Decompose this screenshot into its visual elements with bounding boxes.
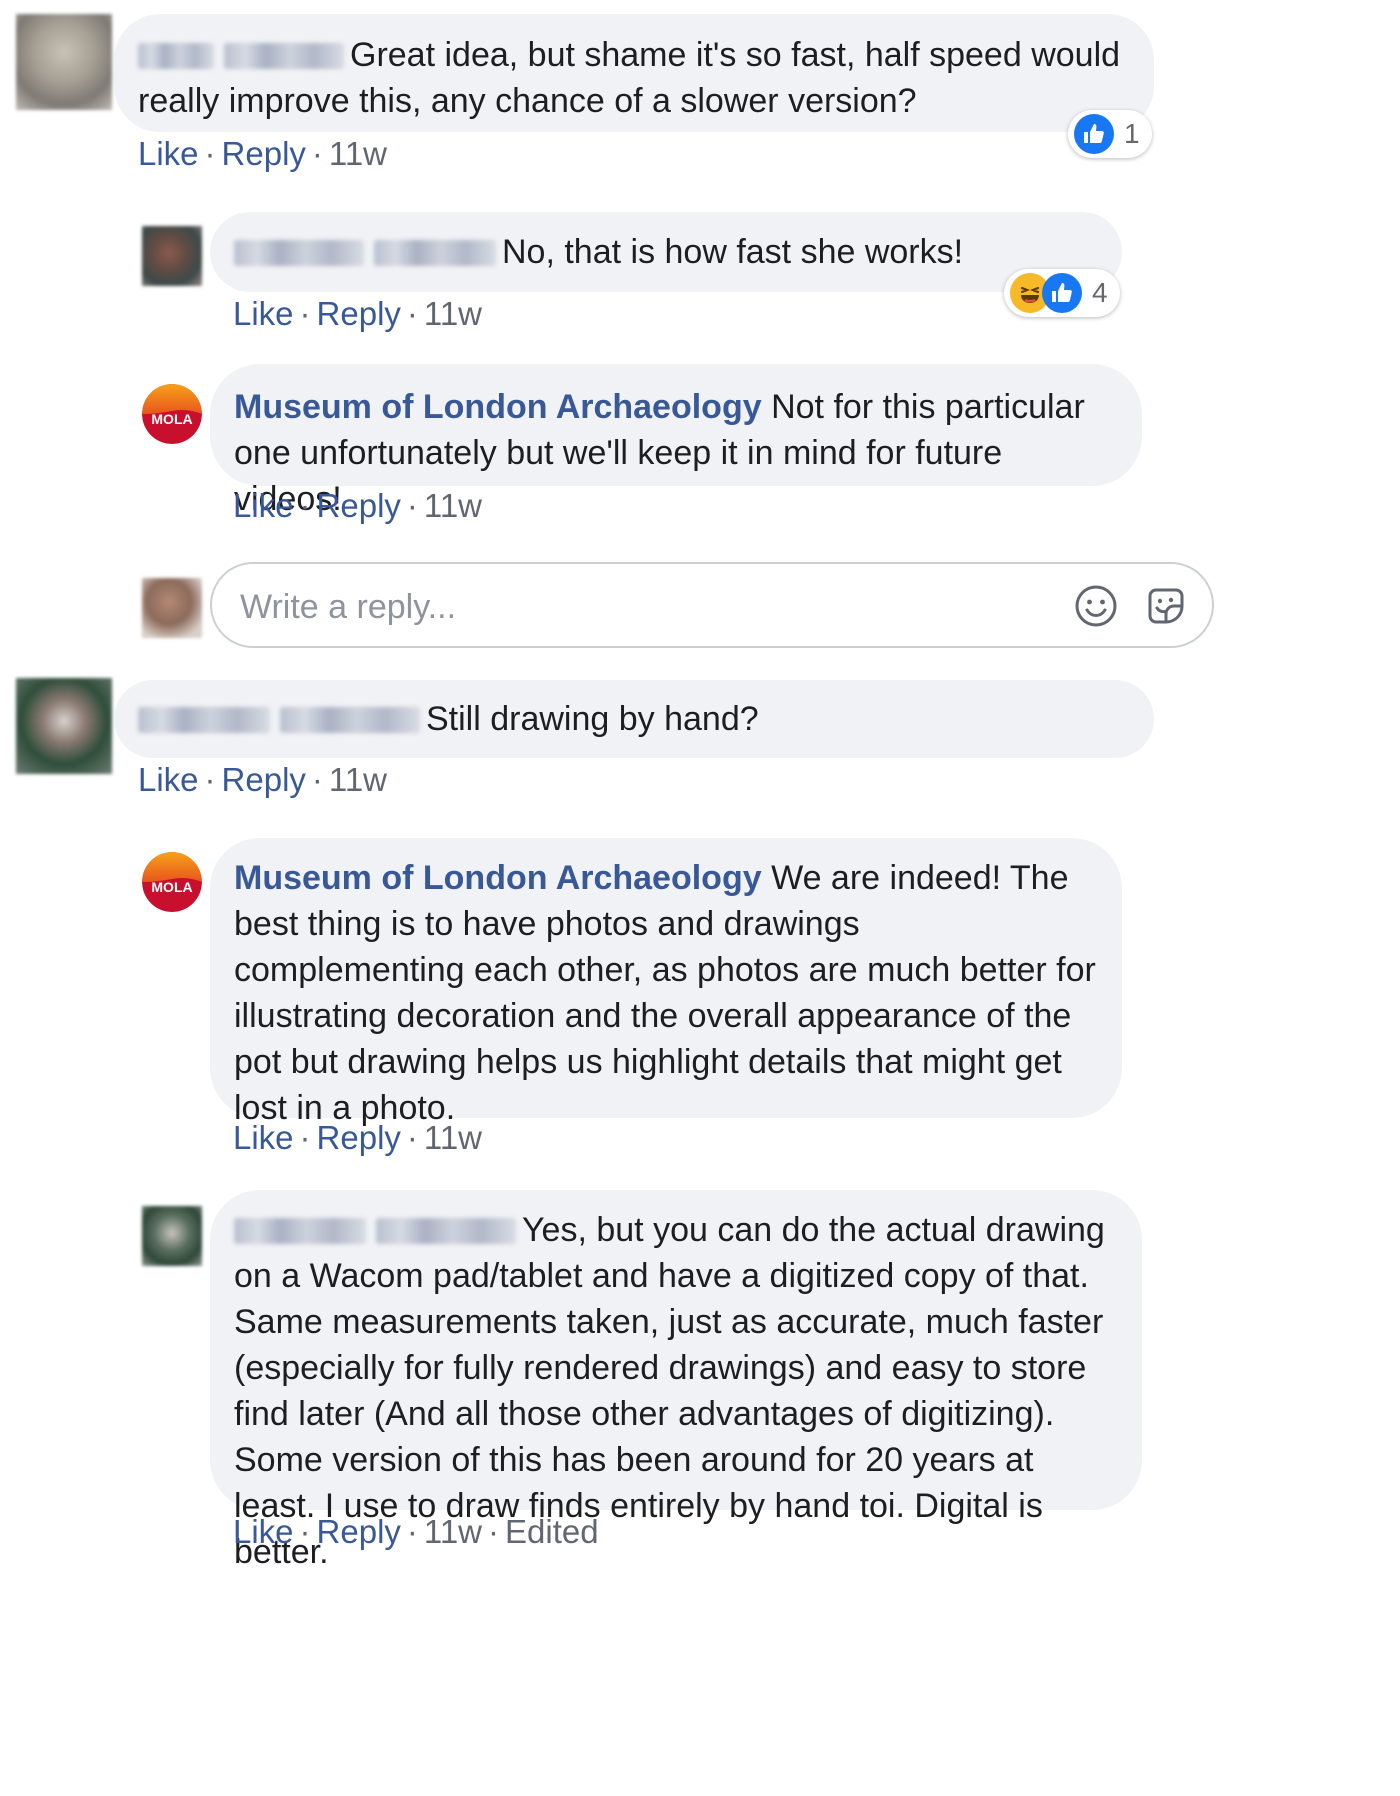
like-link[interactable]: Like bbox=[233, 1513, 294, 1550]
edited-label[interactable]: Edited bbox=[505, 1513, 599, 1550]
commenter-name-blurred[interactable] bbox=[234, 1218, 366, 1244]
separator: · bbox=[488, 1513, 500, 1550]
commenter-name-blurred[interactable] bbox=[376, 1218, 516, 1244]
separator: · bbox=[299, 1513, 311, 1550]
avatar[interactable] bbox=[142, 1206, 202, 1266]
timestamp[interactable]: 11w bbox=[424, 1513, 482, 1550]
comment-bubble: Yes, but you can do the actual drawing o… bbox=[210, 1190, 1142, 1571]
comment-6: Yes, but you can do the actual drawing o… bbox=[0, 0, 1400, 1796]
separator: · bbox=[406, 1513, 418, 1550]
comment-actions: Like · Reply · 11w · Edited bbox=[233, 1512, 599, 1552]
reply-link[interactable]: Reply bbox=[317, 1513, 401, 1550]
